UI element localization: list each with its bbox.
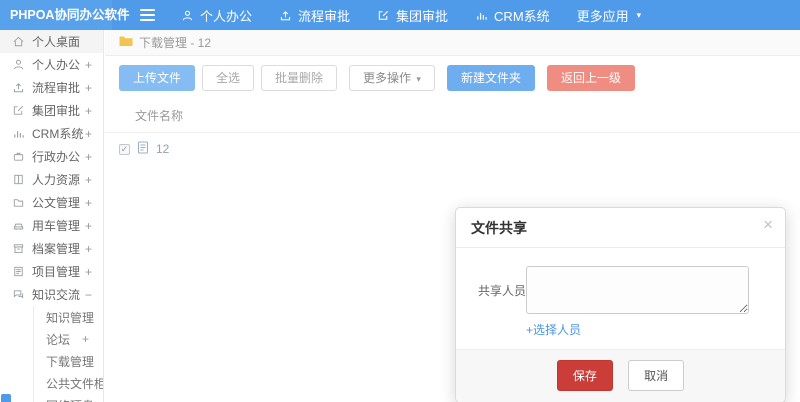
clipboard-icon xyxy=(12,265,26,278)
new-folder-button[interactable]: 新建文件夹 xyxy=(446,65,535,91)
expand-plus[interactable]: + xyxy=(85,127,92,141)
folder-icon xyxy=(12,196,26,209)
nav-label: 流程审批 xyxy=(298,8,351,24)
share-people-label: 共享人员 xyxy=(478,283,527,298)
dialog-header: 文件共享 × xyxy=(456,208,785,248)
archive-icon xyxy=(12,242,26,255)
file-name[interactable]: 12 xyxy=(156,142,169,156)
sidebar-subitem-public-file-cabinet[interactable]: 公共文件柜 xyxy=(34,372,103,394)
sidebar-item-admin-office[interactable]: 行政办公 + xyxy=(0,145,103,168)
file-icon xyxy=(137,141,149,157)
sidebar-item-group-approval[interactable]: 集团审批 + xyxy=(0,99,103,122)
breadcrumb-text: 下载管理 - 12 xyxy=(139,36,212,50)
nav-label: 集团审批 xyxy=(396,8,449,24)
sidebar-menu: 个人桌面 个人办公 + 流程审批 + 集团审批 + CRM系统 + 行政办公 +… xyxy=(0,30,103,306)
expand-plus[interactable]: + xyxy=(85,265,92,279)
sidebar-item-project-mgmt[interactable]: 项目管理 + xyxy=(0,260,103,283)
sidebar-subitem-download-mgmt[interactable]: 下载管理 xyxy=(34,350,103,372)
car-icon xyxy=(12,219,26,232)
sidebar-item-knowledge-exchange[interactable]: 知识交流 − xyxy=(0,283,103,306)
chart-icon xyxy=(475,9,488,22)
sidebar-item-personal-desktop[interactable]: 个人桌面 xyxy=(0,30,103,53)
caret-down-icon: ▾ xyxy=(636,9,642,20)
upload-file-button[interactable]: 上传文件 xyxy=(119,65,196,91)
floating-widget[interactable] xyxy=(1,394,11,402)
batch-delete-button[interactable]: 批量删除 xyxy=(261,65,338,91)
expand-plus[interactable]: + xyxy=(85,81,92,95)
sidebar-item-archive-mgmt[interactable]: 档案管理 + xyxy=(0,237,103,260)
nav-group-approval[interactable]: 集团审批 xyxy=(377,6,448,25)
nav-label: CRM系统 xyxy=(494,8,550,24)
sidebar-item-vehicle-mgmt[interactable]: 用车管理 + xyxy=(0,214,103,237)
dialog-body: 共享人员 +选择人员 xyxy=(456,248,785,349)
expand-plus[interactable]: + xyxy=(82,332,89,346)
app-window: PHPOA协同办公软件 个人办公 流程审批 集团审批 CRM系统 更多应用 ▾ … xyxy=(0,0,800,402)
toolbar: 上传文件 全选 批量删除 更多操作 ▾ 新建文件夹 返回上一级 xyxy=(105,56,800,100)
dialog-title: 文件共享 xyxy=(471,220,527,236)
user-icon xyxy=(181,9,194,22)
expand-plus[interactable]: + xyxy=(85,150,92,164)
share-people-textarea[interactable] xyxy=(526,266,749,314)
cancel-button[interactable]: 取消 xyxy=(628,360,685,391)
select-all-button[interactable]: 全选 xyxy=(202,65,255,91)
caret-down-icon: ▾ xyxy=(416,74,421,84)
file-list-header: 文件名称 xyxy=(105,100,800,133)
top-nav: PHPOA协同办公软件 个人办公 流程审批 集团审批 CRM系统 更多应用 ▾ xyxy=(0,0,800,30)
expand-plus[interactable]: + xyxy=(85,242,92,256)
expand-plus[interactable]: + xyxy=(85,196,92,210)
sidebar-subitem-knowledge-mgmt[interactable]: 知识管理 xyxy=(34,306,103,328)
top-menu: 个人办公 流程审批 集团审批 CRM系统 更多应用 ▾ xyxy=(181,6,641,25)
sidebar-item-document-mgmt[interactable]: 公文管理 + xyxy=(0,191,103,214)
expand-plus[interactable]: + xyxy=(85,58,92,72)
nav-crm[interactable]: CRM系统 xyxy=(475,6,550,25)
menu-toggle-icon[interactable] xyxy=(140,9,155,21)
file-share-dialog: 文件共享 × 共享人员 +选择人员 保存 取消 xyxy=(455,207,786,402)
nav-more-apps[interactable]: 更多应用 ▾ xyxy=(577,6,642,25)
file-row[interactable]: ✓ 12 xyxy=(105,133,800,165)
sidebar-subitem-forum[interactable]: 论坛 + xyxy=(34,328,103,350)
save-button[interactable]: 保存 xyxy=(556,360,613,391)
close-icon[interactable]: × xyxy=(763,215,773,235)
edit-icon xyxy=(377,9,390,22)
edit-icon xyxy=(12,104,26,117)
back-up-level-button[interactable]: 返回上一级 xyxy=(546,65,635,91)
briefcase-icon xyxy=(12,150,26,163)
sidebar-submenu-knowledge: 知识管理 论坛 + 下载管理 公共文件柜 网络硬盘 xyxy=(33,306,103,402)
more-actions-dropdown[interactable]: 更多操作 ▾ xyxy=(349,65,435,91)
dialog-footer: 保存 取消 xyxy=(456,349,785,402)
sidebar-subitem-network-disk[interactable]: 网络硬盘 xyxy=(34,394,103,402)
expand-plus[interactable]: + xyxy=(85,173,92,187)
expand-plus[interactable]: + xyxy=(85,104,92,118)
collapse-minus[interactable]: − xyxy=(85,288,92,302)
book-icon xyxy=(12,173,26,186)
nav-workflow-approval[interactable]: 流程审批 xyxy=(279,6,350,25)
flow-share-icon xyxy=(12,81,26,94)
home-icon xyxy=(12,35,26,48)
row-checkbox-checked[interactable]: ✓ xyxy=(119,143,130,155)
expand-plus[interactable]: + xyxy=(85,219,92,233)
nav-label: 个人办公 xyxy=(200,8,253,24)
user-icon xyxy=(12,58,26,71)
chart-icon xyxy=(12,127,26,140)
sidebar-item-crm[interactable]: CRM系统 + xyxy=(0,122,103,145)
flow-share-icon xyxy=(279,9,292,22)
sidebar: 个人桌面 个人办公 + 流程审批 + 集团审批 + CRM系统 + 行政办公 +… xyxy=(0,30,104,402)
sidebar-item-personal-office[interactable]: 个人办公 + xyxy=(0,53,103,76)
nav-personal-office[interactable]: 个人办公 xyxy=(181,6,252,25)
nav-label: 更多应用 xyxy=(576,8,629,24)
sidebar-item-workflow-approval[interactable]: 流程审批 + xyxy=(0,76,103,99)
sidebar-item-hr[interactable]: 人力资源 + xyxy=(0,168,103,191)
app-logo: PHPOA协同办公软件 xyxy=(0,0,129,30)
chat-icon xyxy=(12,288,26,301)
folder-icon xyxy=(119,35,133,50)
select-people-link[interactable]: +选择人员 xyxy=(526,321,581,338)
breadcrumb: 下载管理 - 12 xyxy=(105,30,800,56)
